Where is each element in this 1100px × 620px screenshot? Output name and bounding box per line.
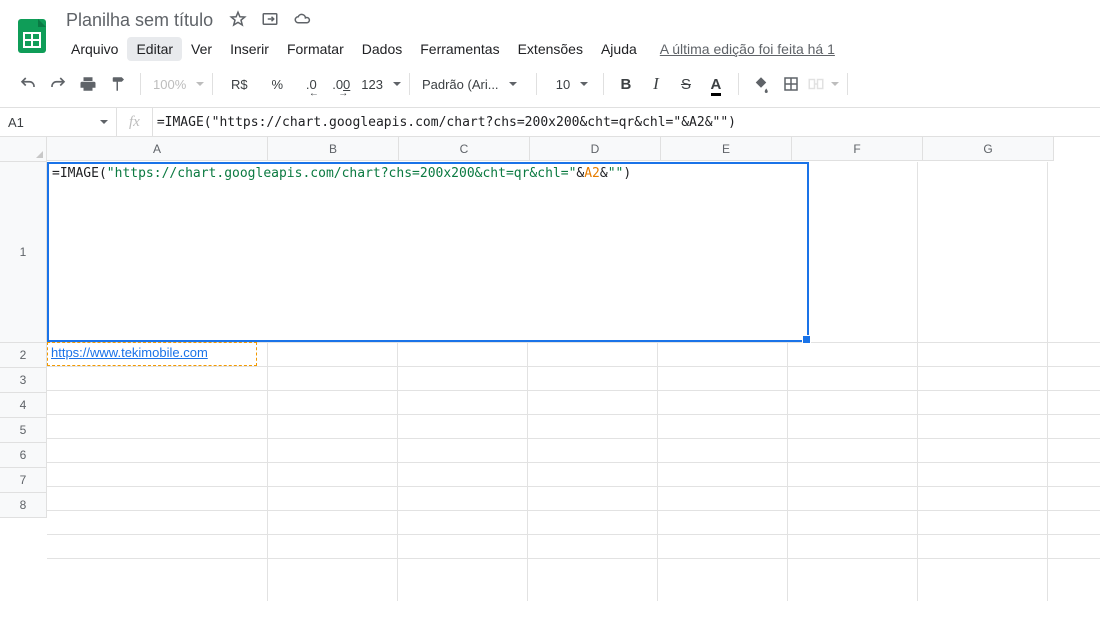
menu-inserir[interactable]: Inserir (221, 37, 278, 61)
active-cell-a1[interactable]: =IMAGE("https://chart.googleapis.com/cha… (47, 162, 809, 342)
redo-button[interactable] (44, 70, 72, 98)
star-icon[interactable] (229, 10, 247, 31)
font-size-dropdown[interactable]: 10 (545, 77, 595, 92)
font-family-dropdown[interactable]: Padrão (Ari... (418, 77, 528, 92)
menu-formatar[interactable]: Formatar (278, 37, 353, 61)
increase-decimal-button[interactable]: .00→ (327, 70, 355, 98)
row-header-7[interactable]: 7 (0, 468, 47, 493)
column-headers: ABCDEFG (47, 137, 1054, 161)
row-header-3[interactable]: 3 (0, 368, 47, 393)
paint-format-button[interactable] (104, 70, 132, 98)
col-header-C[interactable]: C (399, 137, 530, 161)
menu-editar[interactable]: Editar (127, 37, 182, 61)
cloud-status-icon[interactable] (293, 10, 311, 31)
italic-button[interactable]: I (642, 70, 670, 98)
row-header-1[interactable]: 1 (0, 162, 47, 343)
number-format-dropdown[interactable]: 123 (357, 77, 401, 92)
move-icon[interactable] (261, 10, 279, 31)
row-header-4[interactable]: 4 (0, 393, 47, 418)
row-header-8[interactable]: 8 (0, 493, 47, 518)
currency-button[interactable]: R$ (221, 70, 257, 98)
zoom-dropdown[interactable]: 100% (149, 77, 204, 92)
last-edit-link[interactable]: A última edição foi feita há 1 (660, 37, 835, 61)
menu-ver[interactable]: Ver (182, 37, 221, 61)
referenced-cell-a2[interactable]: https://www.tekimobile.com (47, 342, 257, 366)
row-headers: 12345678 (0, 162, 47, 601)
col-header-B[interactable]: B (268, 137, 399, 161)
toolbar: 100% R$ % .0← .00→ 123 Padrão (Ari... 10… (0, 61, 1100, 108)
text-color-button[interactable]: A (702, 70, 730, 98)
fx-icon: fx (117, 114, 152, 131)
fill-color-button[interactable] (747, 70, 775, 98)
row-header-5[interactable]: 5 (0, 418, 47, 443)
undo-button[interactable] (14, 70, 42, 98)
menu-dados[interactable]: Dados (353, 37, 411, 61)
menu-extensões[interactable]: Extensões (509, 37, 592, 61)
menu-ferramentas[interactable]: Ferramentas (411, 37, 508, 61)
cell-a2-link[interactable]: https://www.tekimobile.com (48, 343, 211, 362)
cell-editor[interactable]: =IMAGE("https://chart.googleapis.com/cha… (52, 166, 631, 181)
formula-input[interactable]: =IMAGE("https://chart.googleapis.com/cha… (153, 115, 736, 130)
col-header-G[interactable]: G (923, 137, 1054, 161)
col-header-D[interactable]: D (530, 137, 661, 161)
row-header-6[interactable]: 6 (0, 443, 47, 468)
row-header-2[interactable]: 2 (0, 343, 47, 368)
menu-arquivo[interactable]: Arquivo (62, 37, 127, 61)
spreadsheet-grid: ABCDEFG 12345678 =IMAGE("https://chart.g… (0, 137, 1100, 601)
bold-button[interactable]: B (612, 70, 640, 98)
name-box[interactable]: A1 (0, 108, 116, 136)
strikethrough-button[interactable]: S (672, 70, 700, 98)
borders-button[interactable] (777, 70, 805, 98)
select-all-corner[interactable] (0, 137, 47, 162)
document-title[interactable]: Planilha sem título (62, 8, 217, 33)
col-header-F[interactable]: F (792, 137, 923, 161)
merge-cells-dropdown[interactable] (807, 75, 839, 93)
print-button[interactable] (74, 70, 102, 98)
menu-ajuda[interactable]: Ajuda (592, 37, 646, 61)
percent-button[interactable]: % (259, 70, 295, 98)
formula-bar: A1 fx =IMAGE("https://chart.googleapis.c… (0, 108, 1100, 137)
col-header-E[interactable]: E (661, 137, 792, 161)
decrease-decimal-button[interactable]: .0← (297, 70, 325, 98)
sheets-logo[interactable] (12, 15, 52, 55)
menu-bar: ArquivoEditarVerInserirFormatarDadosFerr… (62, 37, 1084, 61)
col-header-A[interactable]: A (47, 137, 268, 161)
